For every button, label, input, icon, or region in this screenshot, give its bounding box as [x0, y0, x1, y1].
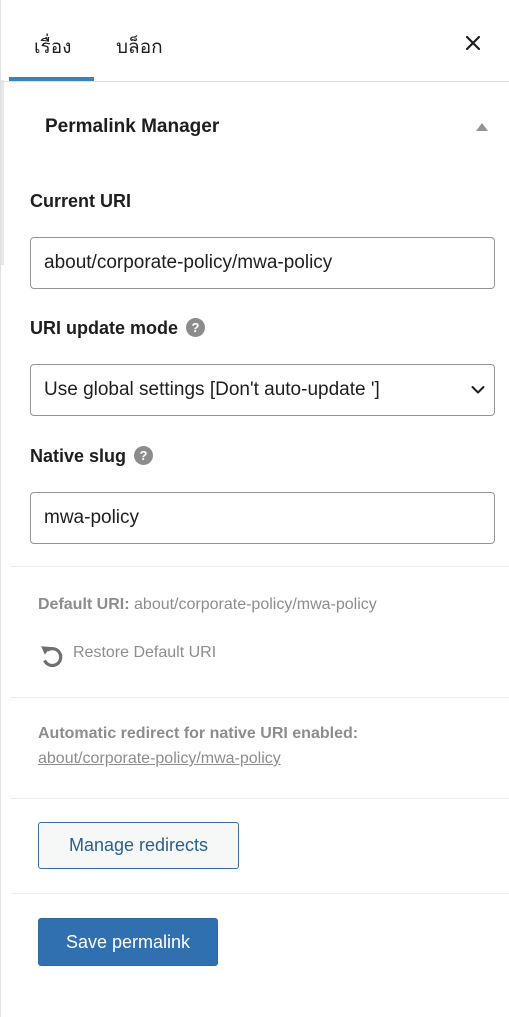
- save-permalink-button[interactable]: Save permalink: [38, 918, 218, 966]
- current-uri-label: Current URI: [30, 191, 132, 211]
- uri-update-mode-label: URI update mode?: [30, 318, 206, 339]
- auto-redirect-link[interactable]: about/corporate-policy/mwa-policy: [38, 750, 281, 768]
- section-title[interactable]: Permalink Manager: [45, 116, 219, 138]
- close-icon: [465, 35, 481, 51]
- uri-update-mode-selected: Use global settings [Don't auto-update '…: [44, 379, 380, 400]
- tab-story[interactable]: เรื่อง: [34, 32, 71, 62]
- divider: [11, 566, 509, 567]
- chevron-up-icon[interactable]: [475, 122, 489, 132]
- undo-icon: [41, 646, 63, 668]
- uri-update-mode-label-text: URI update mode: [30, 318, 179, 338]
- panel-left-edge: [1, 80, 4, 265]
- divider: [11, 697, 509, 698]
- uri-update-mode-select[interactable]: Use global settings [Don't auto-update '…: [30, 364, 495, 416]
- restore-default-uri-label: Restore Default URI: [73, 644, 217, 661]
- help-icon[interactable]: ?: [186, 318, 206, 337]
- tab-block[interactable]: บล็อก: [116, 32, 163, 62]
- chevron-down-icon: [471, 386, 485, 394]
- close-button[interactable]: [459, 29, 487, 57]
- current-uri-input[interactable]: [30, 237, 495, 289]
- native-slug-input[interactable]: [30, 492, 495, 544]
- active-tab-indicator: [9, 77, 94, 81]
- permalink-sidebar-panel: เรื่อง บล็อก Permalink Manager Current U…: [0, 0, 509, 1017]
- divider: [11, 893, 509, 894]
- help-icon[interactable]: ?: [134, 446, 154, 465]
- sidebar-tabs: เรื่อง บล็อก: [1, 0, 509, 82]
- native-slug-label: Native slug?: [30, 446, 154, 467]
- default-uri-value: about/corporate-policy/mwa-policy: [134, 596, 377, 613]
- divider: [11, 798, 509, 799]
- native-slug-label-text: Native slug: [30, 446, 127, 466]
- manage-redirects-button[interactable]: Manage redirects: [38, 822, 239, 869]
- auto-redirect-label: Automatic redirect for native URI enable…: [38, 725, 359, 742]
- default-uri-label: Default URI:: [38, 596, 130, 613]
- default-uri-line: Default URI: about/corporate-policy/mwa-…: [38, 596, 377, 614]
